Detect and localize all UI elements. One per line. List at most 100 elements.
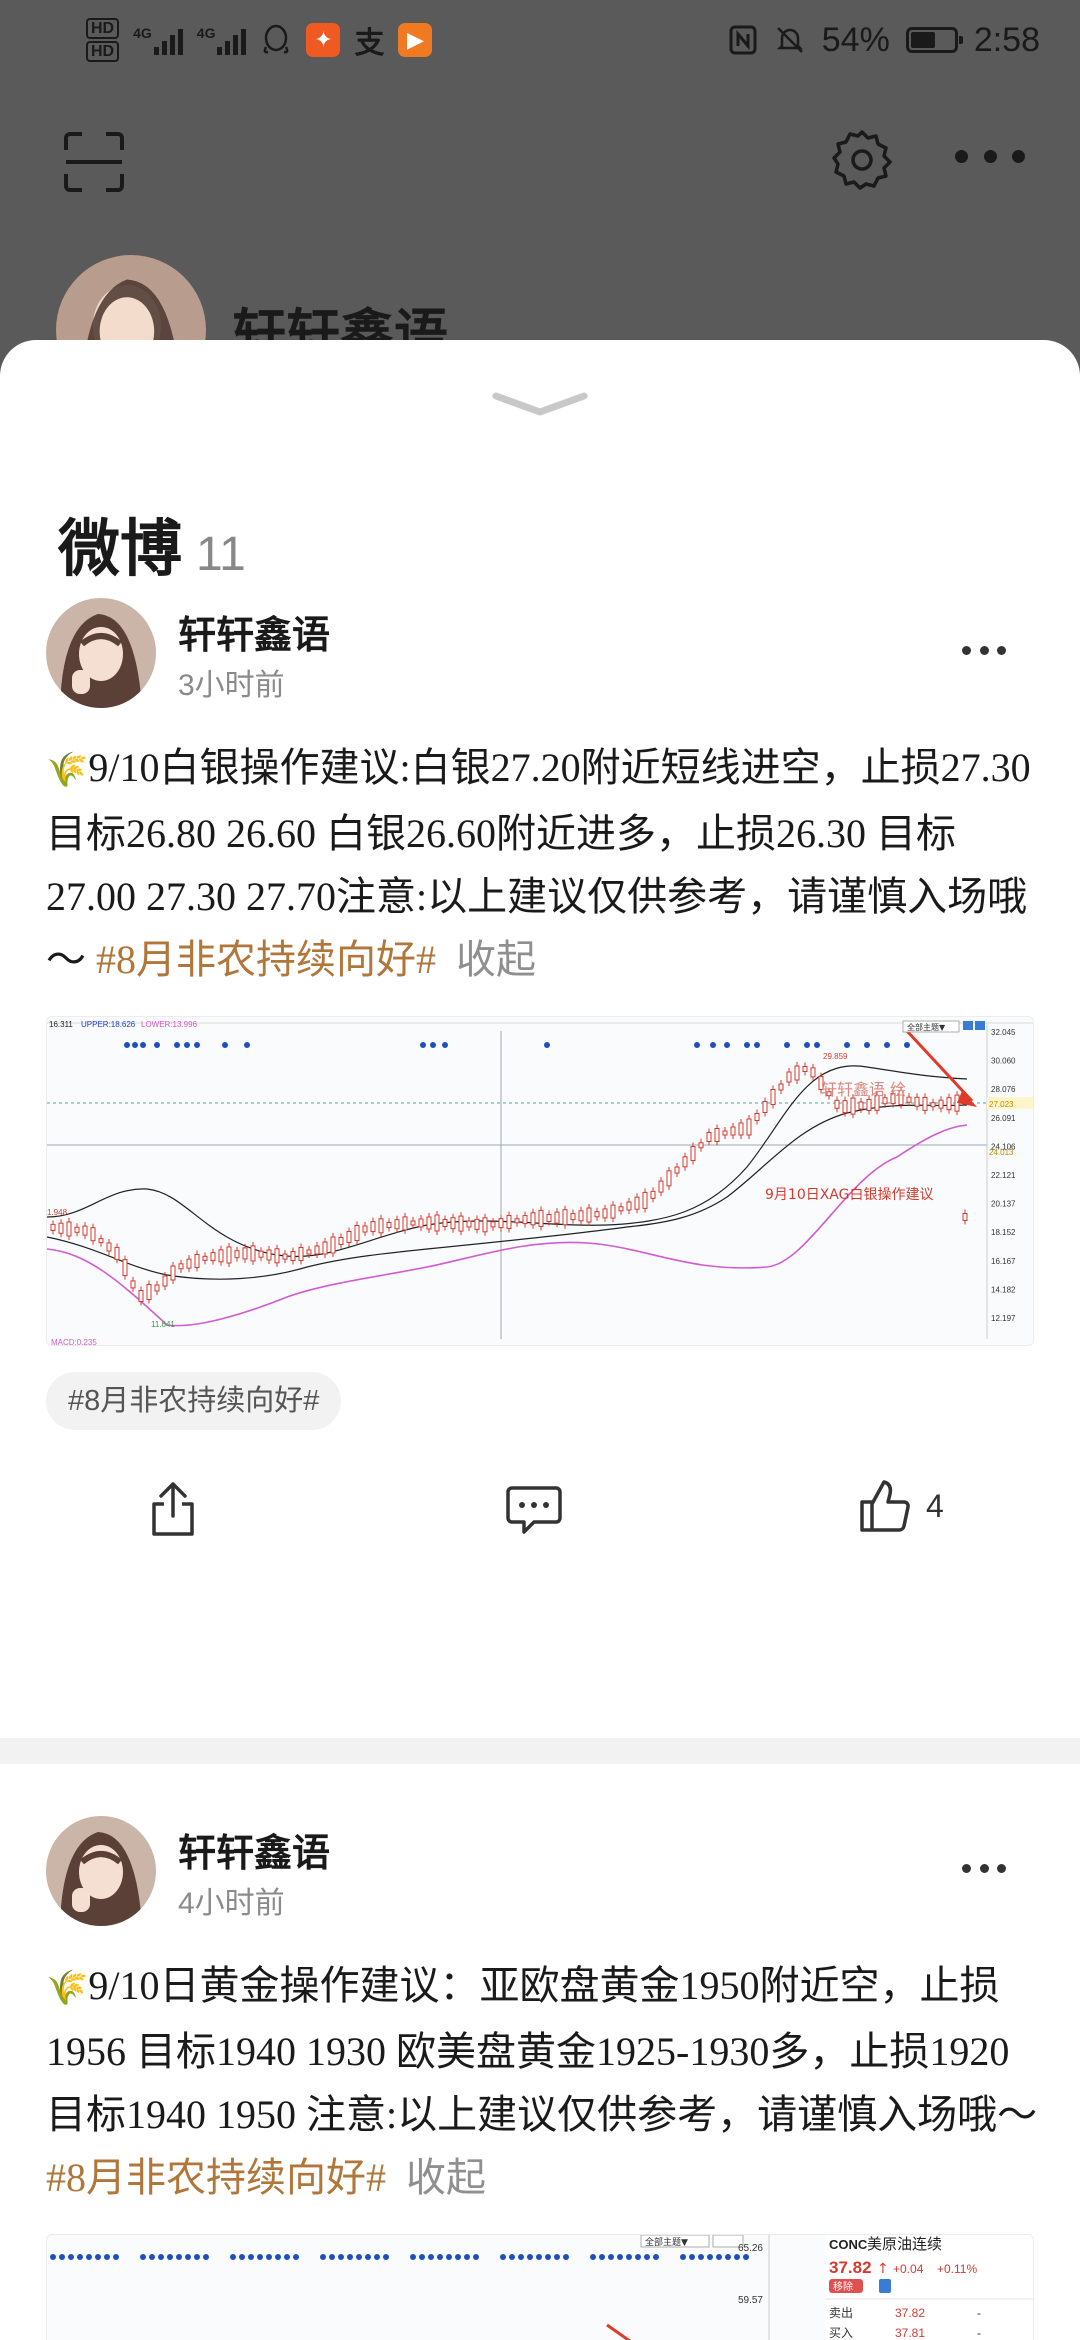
section-title: 微博 [58,515,183,584]
like-button[interactable]: 4 [858,1478,944,1534]
candle [506,1215,512,1229]
author-name[interactable]: 轩轩鑫语 [178,604,330,659]
signal-icon: 4G [133,25,183,55]
qq-icon [264,24,289,54]
candle [666,1170,672,1187]
chart-upper-label: UPPER:18.626 [81,1020,136,1029]
signal-dot [635,2254,641,2260]
candle [722,1130,728,1136]
mute-icon [776,27,803,53]
post-time: 3小时前 [178,669,285,702]
post-image-chart[interactable]: 16.311 UPPER:18.626 LOWER:13.996 1.948 1… [46,1016,1034,1346]
signal-dot [784,1042,790,1048]
candle [58,1222,64,1234]
candle [418,1218,424,1228]
signal-dot [814,1042,820,1048]
candle [394,1219,400,1230]
candle [914,1096,920,1107]
signal-dot [442,1042,448,1048]
more-icon[interactable] [955,134,1025,178]
scan-icon[interactable] [62,130,126,194]
quote-name: 美原油连续 [867,2235,942,2253]
candle [74,1226,80,1233]
candle [402,1216,408,1231]
collapse-link[interactable]: 收起 [456,937,536,982]
candle [410,1220,416,1226]
more-icon[interactable] [962,646,1006,660]
candle [114,1246,120,1260]
candle [162,1275,168,1287]
comment-button[interactable] [506,1484,562,1536]
signal-dot [904,1042,910,1048]
chart-current-price: 27.023 [989,1100,1014,1109]
signal-dot [430,1042,436,1048]
chart-y-tick: 16.167 [991,1257,1016,1266]
candle [290,1251,296,1261]
section-header: 微博 11 [58,498,246,588]
candle [338,1237,344,1245]
collapse-link[interactable]: 收起 [406,2155,486,2200]
signal-dot [68,2254,74,2260]
candle [178,1263,184,1270]
candle [50,1223,56,1231]
signal-dot [104,2254,110,2260]
topic-link[interactable]: #8月非农持续向好# [46,2155,386,2200]
candle [266,1249,272,1261]
candle [370,1221,376,1233]
signal-dot [86,2254,92,2260]
signal-dot [428,2254,434,2260]
signal-dot [653,2254,659,2260]
share-button[interactable] [148,1478,198,1538]
author-name[interactable]: 轩轩鑫语 [178,1822,330,1877]
signal-dot [617,2254,623,2260]
quote-arrow: ↑ [877,2261,889,2277]
signal-dot [446,2254,452,2260]
comment-icon [506,1486,562,1534]
candle [170,1265,176,1281]
clock: 2:58 [973,20,1040,59]
chart-watermark: 轩轩鑫语 绘 [821,1080,906,1099]
signal-dot [140,1042,146,1048]
candle [642,1191,648,1209]
candle [450,1217,456,1230]
candle [530,1212,536,1226]
chart-y-tick: 59.57 [738,2295,763,2306]
candle [570,1213,576,1221]
candle [706,1132,712,1142]
signal-dot [365,2254,371,2260]
avatar[interactable] [46,1816,156,1926]
battery-icon [905,27,963,53]
signal-dot [244,1042,250,1048]
signal-dot [132,1042,138,1048]
network-type-label: 4G [196,25,216,41]
candle [274,1248,280,1264]
candle [586,1207,592,1223]
candle [434,1214,440,1232]
chart-low-label: 11.641 [151,1320,175,1329]
candle [306,1249,312,1255]
avatar[interactable] [46,598,156,708]
post-image-chart[interactable]: 全部主题▼ 65.26 59.57 CONC 美原油连续 37.82 ↑ +0.… [46,2234,1034,2340]
signal-dot [626,2254,632,2260]
signal-dot [743,2254,749,2260]
more-icon[interactable] [962,1864,1006,1878]
candle [322,1241,328,1255]
collapse-chevron-icon[interactable] [490,388,590,418]
candle [682,1156,688,1168]
topic-chip[interactable]: #8月非农持续向好# [46,1372,342,1430]
topic-link[interactable]: #8月非农持续向好# [96,937,436,982]
alipay-icon: 支 [354,27,385,60]
hd-label: HD [86,18,120,39]
signal-dot [158,2254,164,2260]
battery-percent: 54% [821,20,890,59]
post-body: 9/10日黄金操作建议：亚欧盘黄金1950附近空，止损1956 目标1940 1… [46,1963,1038,2137]
chart-y-tick: 65.26 [738,2243,763,2254]
signal-dot [185,2254,191,2260]
gear-icon[interactable] [830,128,894,192]
quote-badge: 移除 [833,2280,853,2293]
chart-y-tick: 22.121 [991,1171,1016,1180]
chart-lower-label: LOWER:13.996 [141,1020,198,1029]
signal-dot [754,1042,760,1048]
status-bar: HD HD 4G 4G ✦ 支 ▶ 54% 2:58 [0,0,1080,80]
buy-label: 买入 [829,2326,853,2340]
